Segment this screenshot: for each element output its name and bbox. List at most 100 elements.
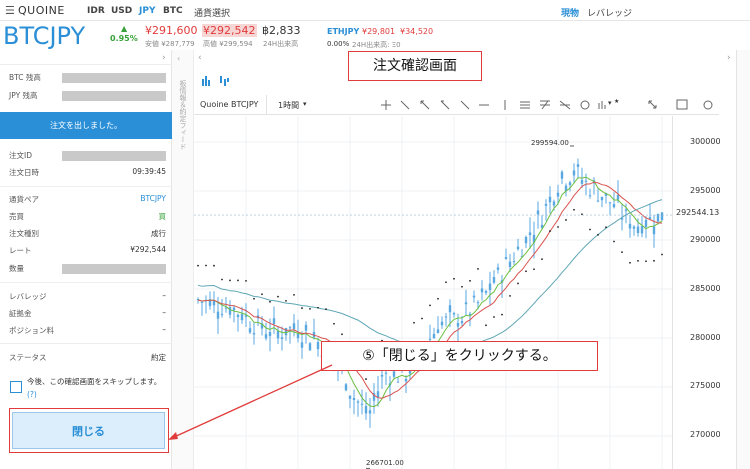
ray-icon[interactable] [440, 100, 450, 110]
candle-body [352, 398, 356, 401]
sar-dot [605, 226, 607, 229]
sar-dot [461, 285, 463, 288]
candle-body [448, 305, 452, 313]
btc-balance-row: BTC 残高 [9, 72, 166, 86]
mode-tab-spot[interactable]: 現物 [561, 6, 579, 19]
chart-toolbar: Quoine BTCJPY 1時間 ▾ ▾ ★ [194, 95, 719, 115]
chevron-down-icon[interactable]: ▾ [303, 100, 307, 108]
sar-dot [637, 259, 639, 262]
candle-body [440, 321, 444, 326]
sar-dot [237, 279, 239, 282]
chevron-right-icon[interactable]: › [162, 53, 166, 63]
rate-value: ¥292,544 [130, 245, 166, 254]
indicator-icon[interactable] [598, 101, 606, 109]
sar-dot [229, 279, 231, 282]
fullscreen-icon[interactable] [648, 100, 657, 109]
mode-tab-leverage[interactable]: レバレッジ [587, 6, 632, 19]
candle-body [636, 226, 640, 233]
sar-dot [533, 268, 535, 271]
sar-dot [621, 251, 623, 254]
position-fee-row: ポジション料 – [9, 325, 166, 339]
pair-title[interactable]: BTCJPY [3, 22, 85, 50]
leverage-value: – [162, 291, 166, 300]
currency-tab-usd[interactable]: USD [111, 6, 132, 16]
bar-chart-icon[interactable] [202, 76, 210, 86]
sar-dot [477, 268, 479, 270]
arrow-line-icon[interactable] [420, 100, 430, 110]
sar-dot [325, 308, 327, 311]
sar-dot [565, 219, 567, 221]
price-chart[interactable] [194, 116, 736, 469]
sar-dot [509, 295, 511, 297]
candle-body [524, 236, 528, 244]
interval-select[interactable]: 1時間 [278, 100, 299, 111]
candle-body [544, 203, 548, 206]
chevron-left-icon[interactable]: ‹ [198, 53, 202, 63]
candle-body [452, 313, 456, 315]
screenshot-icon[interactable] [676, 99, 688, 110]
currency-select[interactable]: 通貨選択 [194, 6, 230, 19]
sar-dot [653, 259, 655, 262]
sar-dot [301, 307, 303, 309]
crosshair-icon[interactable] [381, 100, 391, 110]
extended-line-icon[interactable] [460, 100, 470, 110]
menu-icon[interactable]: ☰ [5, 4, 15, 17]
candle-body [644, 219, 648, 227]
up-arrow-icon: ▲ [121, 24, 128, 33]
candle-body [304, 324, 308, 331]
candle-body [232, 307, 236, 311]
sar-dot [429, 304, 431, 307]
candle-body [380, 374, 384, 377]
sar-dot [221, 278, 223, 281]
gear-icon[interactable] [703, 100, 713, 110]
other-pair[interactable]: ETHJPY [327, 27, 359, 36]
margin-row: 証拠金 – [9, 308, 166, 322]
brand-logo[interactable]: QUOINE [18, 4, 65, 17]
screen-title-callout: 注文確認画面 [348, 51, 482, 81]
chevron-left-icon[interactable]: ‹ [177, 54, 180, 63]
candle-body [492, 277, 496, 283]
candle-body [436, 329, 440, 334]
candle-body [460, 321, 464, 324]
leverage-row: レバレッジ – [9, 291, 166, 305]
drawing-tools: ▾ ★ [381, 98, 713, 110]
sar-dot [589, 228, 591, 231]
candle-body [348, 395, 352, 399]
candle-body [216, 311, 220, 319]
sar-dot [549, 230, 551, 232]
candle-body [316, 342, 320, 350]
pitchfork-icon[interactable] [559, 100, 571, 110]
moving-average-line [197, 176, 663, 408]
circle-tool-icon[interactable] [580, 100, 590, 110]
margin-value: – [162, 308, 166, 317]
sar-dot [661, 253, 663, 256]
currency-tab-btc[interactable]: BTC [163, 6, 183, 16]
qty-redacted [62, 264, 166, 274]
help-link[interactable]: (?) [27, 390, 37, 399]
sar-dot [245, 280, 247, 282]
parallel-channel-icon[interactable] [520, 101, 530, 109]
order-book-strip[interactable]: ‹ 板情報＆約定フィード [172, 50, 194, 469]
trendline-icon[interactable] [400, 100, 410, 110]
chart-symbol[interactable]: Quoine BTCJPY [200, 100, 258, 109]
currency-tab-idr[interactable]: IDR [87, 6, 105, 16]
rate-row: レート ¥292,544 [9, 245, 166, 259]
candle-body [344, 384, 348, 391]
fib-icon[interactable] [540, 100, 550, 110]
candle-body [632, 226, 636, 229]
candle-body [528, 232, 532, 236]
high-price: 高値 ¥299,594 [203, 40, 253, 48]
skip-checkbox[interactable] [10, 381, 22, 393]
candle-body [516, 246, 520, 250]
chevron-right-icon[interactable]: › [727, 53, 731, 63]
candle-body [616, 194, 620, 200]
change-percent: ▲ 0.95% [110, 24, 138, 43]
close-button[interactable]: 閉じる [12, 412, 165, 449]
sar-dot [445, 281, 447, 284]
sar-dot [261, 293, 263, 296]
candle-body [220, 313, 224, 315]
svg-text:▾: ▾ [608, 99, 612, 107]
candle-chart-icon[interactable] [220, 76, 229, 86]
currency-tab-jpy[interactable]: JPY [139, 6, 155, 16]
candle-body [456, 323, 460, 327]
